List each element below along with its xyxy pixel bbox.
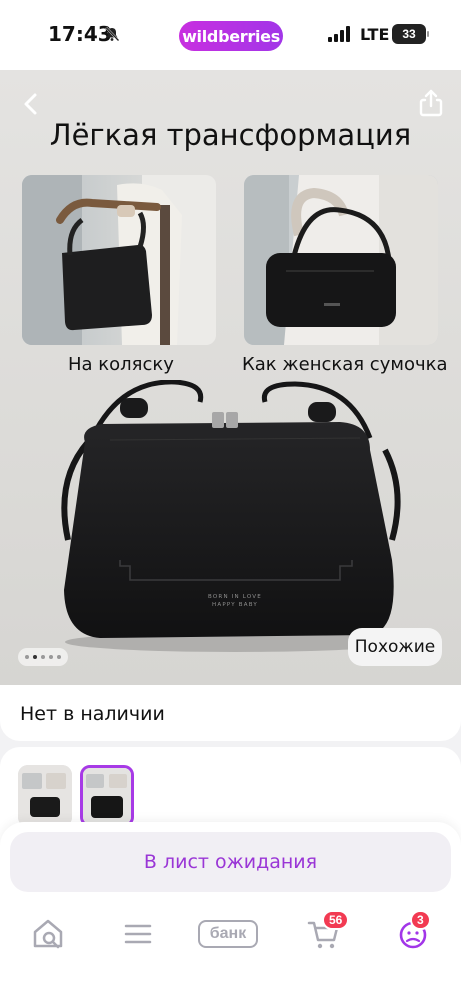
pagination-dot[interactable]	[49, 655, 53, 659]
waitlist-button[interactable]: В лист ожидания	[10, 832, 451, 892]
caption-stroller: На коляску	[68, 354, 174, 375]
action-panel: В лист ожидания	[0, 822, 461, 902]
tab-bank[interactable]: банк	[198, 916, 262, 952]
stock-status-card: Нет в наличии	[0, 685, 461, 741]
tab-profile[interactable]: 3	[396, 910, 432, 952]
pagination-dot-active[interactable]	[33, 655, 37, 659]
bag-logo-line1: BORN IN LOVE	[208, 594, 262, 600]
pagination-dot[interactable]	[25, 655, 29, 659]
tab-cart[interactable]: 56	[306, 910, 350, 952]
status-time: 17:43	[48, 22, 112, 46]
bag-logo-line2: HAPPY BABY	[212, 602, 258, 608]
pagination-dot[interactable]	[57, 655, 61, 659]
main-bag-image	[61, 380, 405, 652]
battery-indicator: 33	[392, 24, 429, 44]
bell-slash-icon	[105, 26, 120, 42]
bag-logo: BORN IN LOVE HAPPY BABY	[190, 594, 280, 608]
product-gallery[interactable]: Лёгкая трансформация На коляску Как женс…	[0, 70, 461, 685]
gallery-pagination[interactable]	[18, 648, 68, 666]
network-type: LTE	[360, 25, 390, 44]
caption-handbag: Как женская сумочка	[242, 354, 448, 375]
photo-stroller	[22, 175, 216, 345]
catalog-menu-icon[interactable]	[120, 916, 156, 952]
photo-handbag	[244, 175, 438, 345]
tab-bar: банк 56 3	[0, 902, 461, 1000]
similar-button[interactable]: Похожие	[348, 628, 442, 666]
brand-logo: wildberries	[179, 21, 283, 51]
variant-thumbnail[interactable]	[18, 765, 72, 827]
bank-label: банк	[198, 920, 258, 948]
signal-icon	[328, 26, 350, 42]
home-search-icon[interactable]	[30, 916, 66, 952]
share-icon[interactable]	[418, 88, 444, 118]
pagination-dot[interactable]	[41, 655, 45, 659]
stock-status: Нет в наличии	[20, 703, 165, 725]
status-bar: 17:43 wildberries LTE 33	[0, 0, 461, 70]
back-icon[interactable]	[18, 90, 44, 118]
variant-thumbnail-selected[interactable]	[80, 765, 134, 827]
profile-badge: 3	[410, 910, 431, 930]
gallery-title: Лёгкая трансформация	[49, 118, 412, 152]
cart-badge: 56	[322, 910, 350, 930]
